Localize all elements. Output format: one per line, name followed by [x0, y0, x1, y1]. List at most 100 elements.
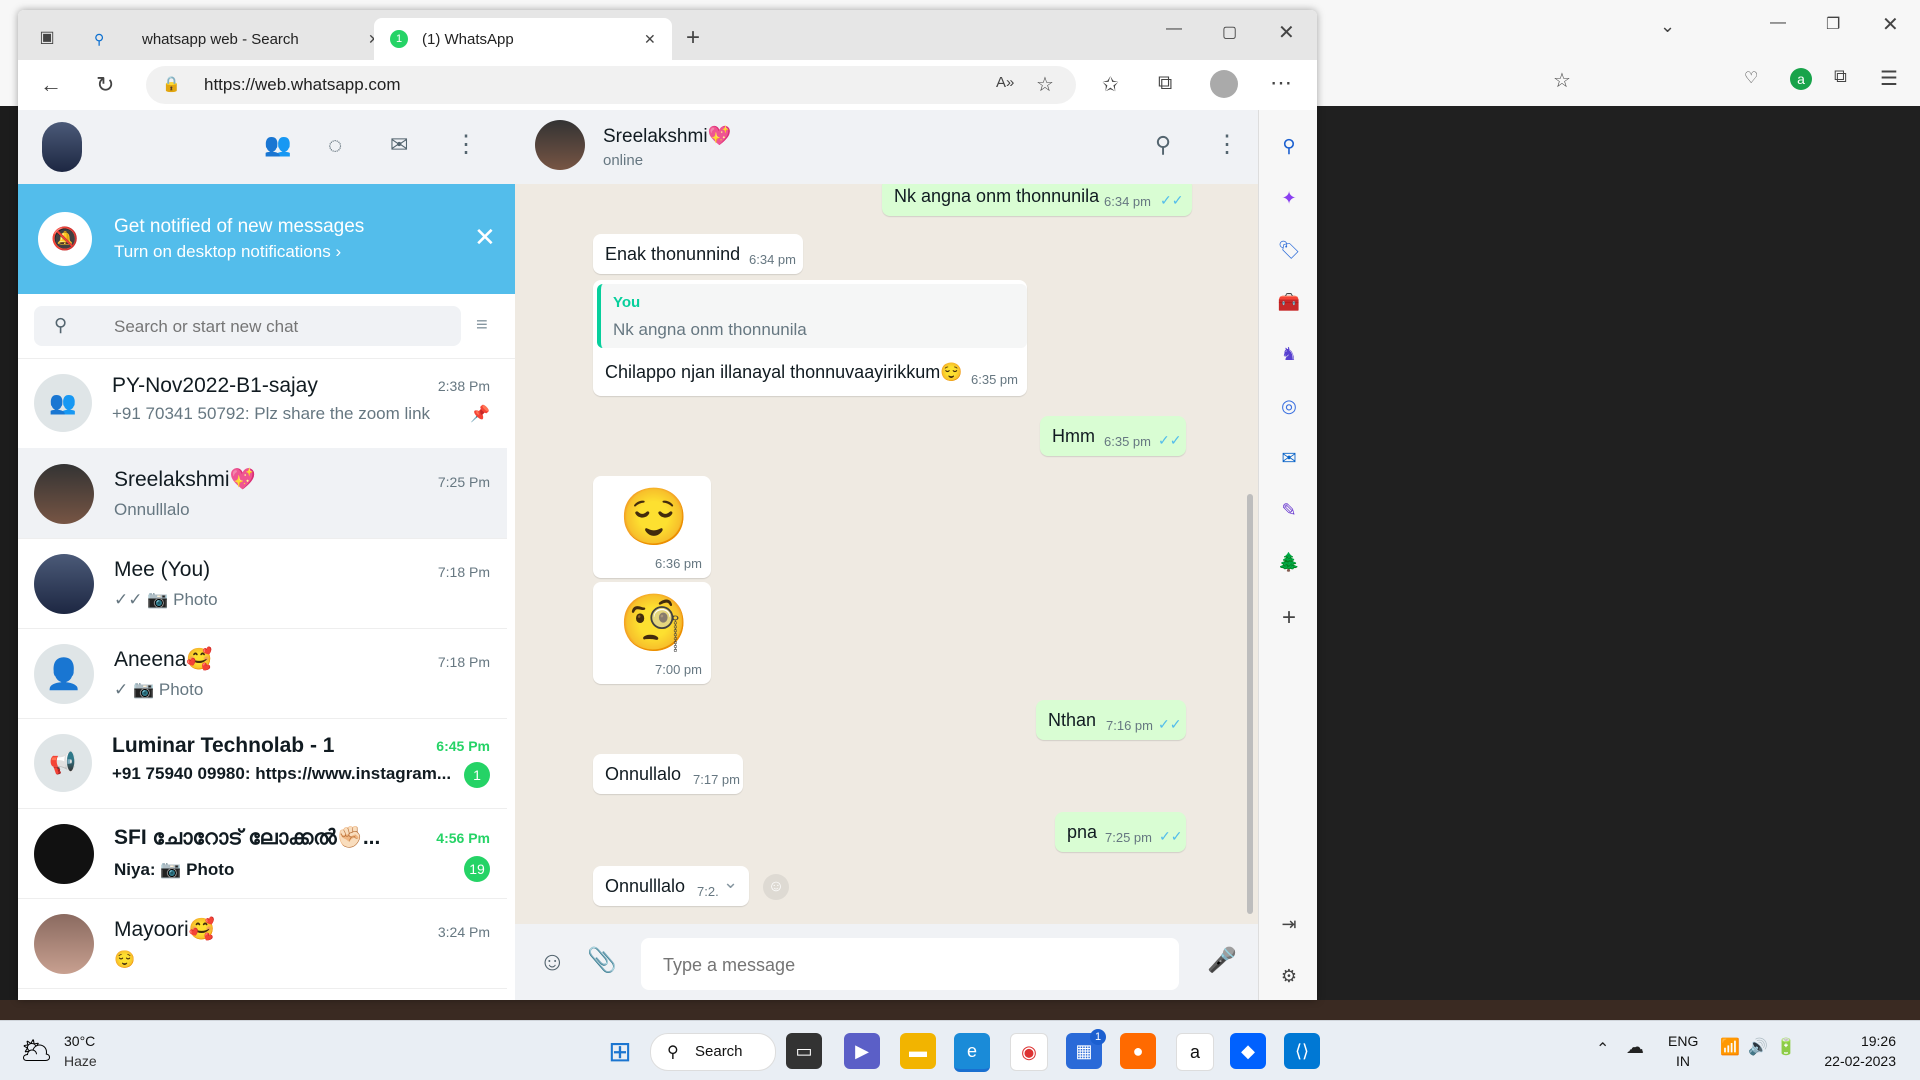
teams-chat-icon[interactable]: ▶: [844, 1033, 880, 1069]
conversation-header[interactable]: Sreelakshmi💖 online ⚲ ⋮: [515, 110, 1258, 184]
notif-link[interactable]: Turn on desktop notifications ›: [114, 242, 341, 262]
amazon-icon[interactable]: a: [1176, 1033, 1214, 1071]
search-box[interactable]: ⚲: [34, 306, 461, 346]
menu-icon[interactable]: ⋮: [454, 130, 478, 159]
region[interactable]: IN: [1676, 1053, 1690, 1069]
restore-icon[interactable]: ❐: [1826, 14, 1840, 34]
chat-item[interactable]: 👤 Aneena🥰 ✓ 📷 Photo 7:18 Pm: [18, 628, 507, 719]
tab-actions-icon[interactable]: ▣: [36, 26, 58, 48]
message-outgoing[interactable]: pna 7:25 pm ✓✓: [1055, 812, 1186, 852]
microphone-icon[interactable]: 🎤: [1207, 946, 1237, 975]
close-tab-icon[interactable]: ✕: [644, 31, 656, 48]
new-chat-icon[interactable]: ✉: [390, 132, 408, 158]
weather-temp[interactable]: 30°C: [64, 1033, 95, 1049]
language[interactable]: ENG: [1668, 1033, 1698, 1049]
back-icon[interactable]: ←: [40, 72, 62, 98]
chat-item[interactable]: SFI ചോറോട് ലോക്കൽ✊🏻... Niya: 📷 Photo 4:5…: [18, 808, 507, 899]
add-favorite-icon[interactable]: ☆: [1036, 72, 1054, 97]
minimize-icon[interactable]: —: [1166, 20, 1182, 38]
minimize-icon[interactable]: —: [1770, 14, 1786, 32]
close-icon[interactable]: ✕: [474, 222, 496, 253]
puzzle-icon[interactable]: ⧉: [1834, 66, 1847, 87]
communities-icon[interactable]: 👥: [264, 132, 291, 158]
contact-avatar[interactable]: [535, 120, 585, 170]
chat-item[interactable]: Mayoori🥰 😌 3:24 Pm: [18, 898, 507, 989]
windows-start-icon[interactable]: ⊞: [602, 1033, 638, 1069]
close-icon[interactable]: ✕: [1882, 12, 1899, 37]
new-tab-icon[interactable]: +: [686, 24, 700, 52]
tree-icon[interactable]: 🌲: [1273, 546, 1305, 578]
games-icon[interactable]: ♞: [1273, 338, 1305, 370]
copilot-icon[interactable]: ✦: [1273, 182, 1305, 214]
star-icon[interactable]: ☆: [1553, 68, 1571, 93]
clock-time[interactable]: 19:26: [1846, 1033, 1896, 1049]
favorites-icon[interactable]: ✩: [1102, 72, 1119, 97]
battery-icon[interactable]: 🔋: [1776, 1037, 1796, 1057]
clock-date[interactable]: 22-02-2023: [1806, 1053, 1896, 1069]
message-incoming-reply[interactable]: You Nk angna onm thonnunila Chilappo nja…: [593, 280, 1027, 396]
hide-sidebar-icon[interactable]: ⇥: [1273, 908, 1305, 940]
url-field[interactable]: 🔒 https://web.whatsapp.com A» ☆: [146, 66, 1076, 104]
settings-more-icon[interactable]: ⋯: [1270, 70, 1292, 96]
volume-icon[interactable]: 🔊: [1748, 1037, 1768, 1057]
wifi-icon[interactable]: 📶: [1720, 1037, 1740, 1057]
taskbar-search[interactable]: ⚲ Search: [650, 1033, 776, 1071]
add-icon[interactable]: +: [1273, 602, 1305, 634]
tab-whatsapp[interactable]: 1 (1) WhatsApp ✕: [374, 18, 672, 60]
outlook-icon[interactable]: ✉: [1273, 442, 1305, 474]
menu-icon[interactable]: ☰: [1880, 66, 1898, 91]
message-outgoing[interactable]: Nk angna onm thonnunila 6:34 pm ✓✓: [882, 184, 1192, 216]
scrollbar[interactable]: [1247, 494, 1253, 914]
firefox-icon[interactable]: ●: [1120, 1033, 1156, 1069]
message-incoming[interactable]: Enak thonunnind 6:34 pm: [593, 234, 803, 274]
pocket-icon[interactable]: ♡: [1744, 68, 1758, 88]
close-window-icon[interactable]: ✕: [1278, 20, 1295, 45]
message-box[interactable]: [641, 938, 1179, 990]
extension-a-icon[interactable]: a: [1790, 68, 1812, 90]
chat-item[interactable]: 📢 Luminar Technolab - 1 +91 75940 09980:…: [18, 718, 507, 809]
weather-desc[interactable]: Haze: [64, 1053, 97, 1069]
search-input[interactable]: [112, 314, 446, 340]
task-view-icon[interactable]: ▭: [786, 1033, 822, 1069]
menu-icon[interactable]: ⋮: [1215, 130, 1239, 159]
tab-bing-search[interactable]: ⚲ whatsapp web - Search ✕: [78, 18, 390, 60]
chevron-up-icon[interactable]: ⌃: [1596, 1039, 1609, 1059]
tools-icon[interactable]: 🧰: [1273, 286, 1305, 318]
message-outgoing[interactable]: Hmm 6:35 pm ✓✓: [1040, 416, 1186, 456]
office-icon[interactable]: ◎: [1273, 390, 1305, 422]
chat-item[interactable]: Mee (You) ✓✓ 📷 Photo 7:18 Pm: [18, 538, 507, 629]
designer-icon[interactable]: ✎: [1273, 494, 1305, 526]
message-incoming[interactable]: Onnullalo 7:17 pm: [593, 754, 743, 794]
weather-icon[interactable]: 🌥: [20, 1035, 53, 1066]
file-explorer-icon[interactable]: ▬: [900, 1033, 936, 1069]
search-icon[interactable]: ⚲: [1273, 130, 1305, 162]
edge-icon[interactable]: e: [954, 1033, 990, 1072]
onedrive-icon[interactable]: ☁: [1626, 1037, 1644, 1058]
quoted-message[interactable]: You Nk angna onm thonnunila: [597, 284, 1027, 348]
filter-icon[interactable]: ≡: [476, 314, 488, 337]
message-menu-chevron-icon[interactable]: ⌄: [723, 872, 738, 893]
attach-icon[interactable]: 📎: [587, 946, 617, 975]
message-input[interactable]: [661, 952, 1165, 978]
message-incoming-emoji[interactable]: 🧐 7:00 pm: [593, 582, 711, 684]
settings-gear-icon[interactable]: ⚙: [1273, 960, 1305, 992]
message-incoming[interactable]: Onnulllalo 7:2.. ⌄: [593, 866, 749, 906]
react-emoji-icon[interactable]: ☺: [763, 874, 789, 900]
search-icon[interactable]: ⚲: [1155, 132, 1171, 158]
profile-avatar[interactable]: [1210, 70, 1238, 98]
vscode-icon[interactable]: ⟨⟩: [1284, 1033, 1320, 1069]
refresh-icon[interactable]: ↻: [96, 72, 114, 98]
chat-item[interactable]: 👥 PY-Nov2022-B1-sajay +91 70341 50792: P…: [18, 358, 507, 449]
message-outgoing[interactable]: Nthan 7:16 pm ✓✓: [1036, 700, 1186, 740]
maximize-icon[interactable]: ▢: [1222, 22, 1237, 42]
status-icon[interactable]: ◌: [328, 132, 342, 160]
chevron-down-icon[interactable]: ⌄: [1660, 16, 1675, 37]
emoji-icon[interactable]: ☺: [539, 946, 566, 977]
chat-item[interactable]: Sreelakshmi💖 Onnulllalo 7:25 Pm: [18, 448, 507, 539]
my-avatar[interactable]: [42, 122, 82, 172]
shopping-icon[interactable]: 🏷: [1273, 234, 1305, 266]
chrome-icon[interactable]: ◉: [1010, 1033, 1048, 1071]
dropbox-icon[interactable]: ◆: [1230, 1033, 1266, 1069]
read-aloud-icon[interactable]: A»: [996, 74, 1014, 91]
collections-icon[interactable]: ⧉: [1158, 72, 1172, 95]
